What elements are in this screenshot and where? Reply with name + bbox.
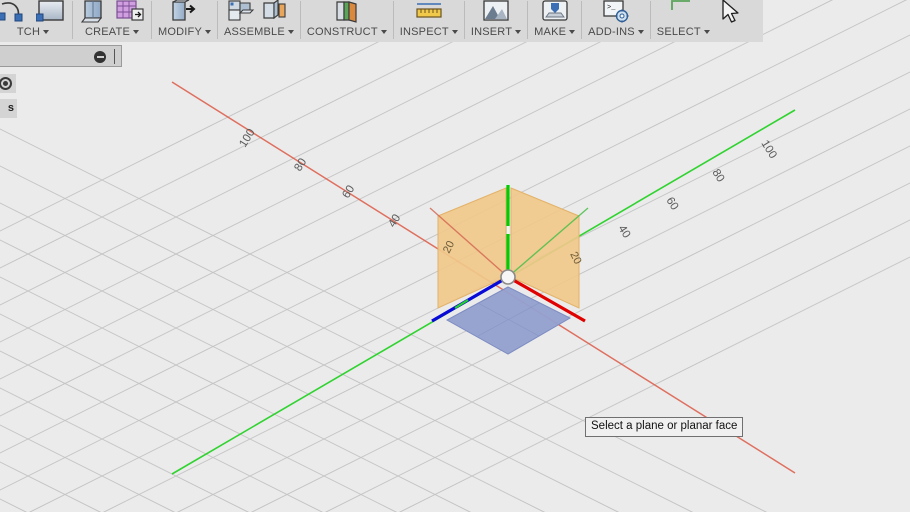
toolbar-group-make[interactable]: MAKE — [528, 0, 581, 42]
toolbar-label-inspect-text: INSPECT — [399, 26, 449, 38]
toolbar-group-select[interactable]: SELECT — [651, 0, 716, 42]
browser-node-target[interactable] — [0, 74, 16, 93]
browser-node-origin[interactable]: s — [0, 99, 17, 118]
toolbar-label-sketch[interactable]: TCH — [16, 26, 50, 42]
svg-text:>_: >_ — [607, 4, 616, 12]
offset-plane-icon[interactable] — [332, 0, 362, 26]
chevron-down-icon[interactable] — [637, 30, 644, 34]
toolbar-group-construct[interactable]: CONSTRUCT — [301, 0, 393, 42]
toolbar-label-inspect[interactable]: INSPECT — [400, 26, 458, 42]
toolbar-label-assemble[interactable]: ASSEMBLE — [224, 26, 294, 42]
toolbar-label-construct[interactable]: CONSTRUCT — [307, 26, 387, 42]
chevron-down-icon[interactable] — [43, 30, 50, 34]
toolbar-label-select[interactable]: SELECT — [657, 26, 710, 42]
toolbar-label-insert[interactable]: INSERT — [470, 26, 522, 42]
chevron-down-icon[interactable] — [451, 30, 458, 34]
toolbar-label-insert-text: INSERT — [470, 26, 513, 38]
toolbar-label-make-text: MAKE — [534, 26, 567, 38]
insert-mesh-icon[interactable] — [481, 0, 511, 26]
toolbar-label-modify[interactable]: MODIFY — [158, 26, 211, 42]
toolbar-label-addins-text: ADD-INS — [588, 26, 635, 38]
toolbar-label-modify-text: MODIFY — [158, 26, 202, 38]
extrude-icon[interactable] — [79, 0, 109, 26]
chevron-down-icon[interactable] — [569, 30, 576, 34]
chevron-down-icon[interactable] — [133, 30, 139, 34]
toolbar-label-addins[interactable]: ADD-INS — [588, 26, 644, 42]
chevron-down-icon[interactable] — [380, 30, 387, 34]
sketch-rectangle-icon[interactable] — [35, 0, 66, 26]
new-component-icon[interactable] — [226, 0, 256, 26]
toolbar-group-insert[interactable]: INSERT — [465, 0, 527, 42]
target-icon[interactable] — [0, 77, 12, 90]
chevron-down-icon[interactable] — [287, 30, 294, 34]
main-toolbar: TCH CREATE MODIFY ASSEMBLE CONSTRUCT INS… — [0, 0, 763, 42]
chevron-down-icon[interactable] — [515, 30, 522, 34]
toolbar-label-create[interactable]: CREATE — [85, 26, 139, 42]
toolbar-label-construct-text: CONSTRUCT — [306, 26, 378, 38]
toolbar-label-sketch-text: TCH — [16, 26, 41, 38]
browser-node-label: s — [7, 102, 14, 114]
origin-point-icon[interactable] — [500, 269, 516, 285]
z-axis-gap — [506, 226, 510, 234]
viewport-canvas[interactable]: 20 20 100 80 60 40 40 60 80 100 — [0, 0, 910, 512]
toolbar-group-sketch[interactable]: TCH — [0, 0, 72, 42]
chevron-down-icon[interactable] — [204, 30, 211, 34]
toolbar-label-assemble-text: ASSEMBLE — [223, 26, 285, 38]
toolbar-group-addins[interactable]: >_ ADD-INS — [582, 0, 650, 42]
3d-print-icon[interactable] — [540, 0, 570, 26]
toolbar-group-inspect[interactable]: INSPECT — [394, 0, 464, 42]
toolbar-group-create[interactable]: CREATE — [73, 0, 151, 42]
minus-circle-icon[interactable] — [94, 51, 106, 63]
toolbar-label-select-text: SELECT — [656, 26, 701, 38]
create-form-icon[interactable] — [115, 0, 145, 26]
toolbar-label-create-text: CREATE — [84, 26, 130, 38]
press-pull-icon[interactable] — [169, 0, 199, 26]
data-panel-search-field[interactable] — [0, 45, 122, 67]
measure-icon[interactable] — [414, 0, 444, 26]
toolbar-group-modify[interactable]: MODIFY — [152, 0, 217, 42]
toolbar-group-assemble[interactable]: ASSEMBLE — [218, 0, 300, 42]
joint-icon[interactable] — [262, 0, 292, 26]
viewport-tooltip: Select a plane or planar face — [585, 417, 744, 437]
sketch-spline-icon[interactable] — [0, 0, 30, 26]
text-caret — [114, 49, 115, 64]
select-arrow-icon[interactable] — [668, 0, 698, 26]
chevron-down-icon[interactable] — [703, 30, 710, 34]
toolbar-label-make[interactable]: MAKE — [534, 26, 576, 42]
scripts-addins-icon[interactable]: >_ — [601, 0, 631, 26]
